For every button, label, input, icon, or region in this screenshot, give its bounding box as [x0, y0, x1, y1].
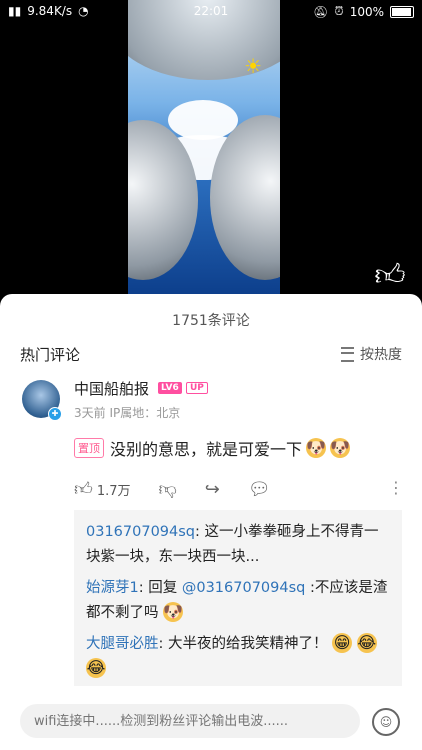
battery-icon — [390, 5, 414, 18]
sort-button[interactable]: 按热度 — [341, 344, 402, 364]
reply-item[interactable]: 大腿哥必胜: 大半夜的给我笑精神了！ 😁 😂 😂 — [86, 632, 390, 682]
emoji-picker-icon[interactable]: ☺ — [372, 708, 400, 736]
tears-emoji-icon: 😂 — [356, 633, 377, 653]
comment-input[interactable] — [20, 704, 360, 738]
comment-input-bar: ☺ — [0, 704, 422, 750]
tears-emoji-icon: 😂 — [86, 658, 106, 678]
sort-icon — [341, 346, 354, 362]
thumb-up-icon: 👍︎ — [74, 479, 93, 500]
battery-text: 100% — [349, 4, 384, 19]
video-area[interactable]: ☀ 👍︎ — [0, 0, 422, 294]
sun-icon: ☀ — [244, 54, 262, 78]
share-icon: ↪ — [204, 478, 220, 500]
video-frame[interactable]: ☀ — [128, 0, 280, 294]
level-badge: LV6 — [158, 382, 182, 394]
reply-mention[interactable]: @0316707094sq — [182, 580, 306, 596]
dislike-button[interactable]: 👎︎ — [159, 478, 177, 500]
cloud — [168, 100, 238, 140]
comment-count: 1751条评论 — [172, 313, 250, 329]
more-options-icon[interactable]: ⋮ — [388, 478, 404, 497]
reply-text: : 大半夜的给我笑精神了！ — [158, 636, 328, 652]
chat-bubble-icon: 💬︎ — [247, 478, 271, 500]
reply-username[interactable]: 大腿哥必胜 — [86, 636, 159, 652]
comment-text: 置顶 没别的意思，就是可爱一下 🐶 🐶 — [74, 436, 351, 460]
reply-username[interactable]: 始源芽1 — [86, 580, 139, 596]
doge-emoji-icon: 🐶 — [330, 438, 351, 458]
share-button[interactable]: ↪ — [205, 479, 220, 500]
status-bar: ▮▮ 9.84K/s ◔ 22:01 🔕︎ ⏰︎ 100% — [0, 0, 422, 24]
like-video-icon[interactable]: 👍︎ — [372, 258, 408, 294]
reply-item[interactable]: 0316707094sq: 这一小拳拳砸身上不得青一块紫一块，东一块西一块... — [86, 520, 390, 570]
verified-icon: ✚ — [48, 407, 62, 421]
reply-prefix: : 回复 — [138, 580, 182, 596]
like-button[interactable]: 👍︎ 1.7万 — [74, 478, 131, 500]
comment-username[interactable]: 中国船舶报 — [74, 378, 149, 399]
bell-off-icon: 🔕︎ — [313, 4, 329, 19]
doge-emoji-icon: 🐶 — [306, 438, 327, 458]
reply-button[interactable]: 💬︎ — [248, 479, 271, 500]
comment-meta: 3天前 IP属地：北京 — [74, 406, 181, 420]
reply-item[interactable]: 始源芽1: 回复 @0316707094sq :不应该是渣都不剩了吗 🐶 — [86, 576, 390, 626]
like-count: 1.7万 — [96, 483, 131, 499]
comment-body: 没别的意思，就是可爱一下 — [110, 440, 303, 459]
comment-actions: 👍︎ 1.7万 👎︎ ↪ 💬︎ — [74, 478, 271, 501]
reply-list[interactable]: 0316707094sq: 这一小拳拳砸身上不得青一块紫一块，东一块西一块...… — [74, 510, 402, 686]
comment-sheet: 1751条评论 热门评论 按热度 ✚ 中国船舶报 LV6 UP 3天前 IP属地… — [0, 294, 422, 750]
reply-username[interactable]: 0316707094sq — [86, 524, 195, 540]
thumb-down-icon: 👎︎ — [158, 479, 177, 500]
hot-comments-label: 热门评论 — [20, 346, 81, 364]
pinned-badge: 置顶 — [74, 438, 104, 458]
status-right: 🔕︎ ⏰︎ 100% — [313, 4, 414, 19]
doge-emoji-icon: 🐶 — [163, 602, 184, 622]
alarm-icon: ⏰︎ — [334, 4, 344, 18]
up-badge: UP — [186, 382, 208, 394]
sort-label: 按热度 — [360, 347, 402, 363]
laugh-emoji-icon: 😁 — [332, 633, 353, 653]
